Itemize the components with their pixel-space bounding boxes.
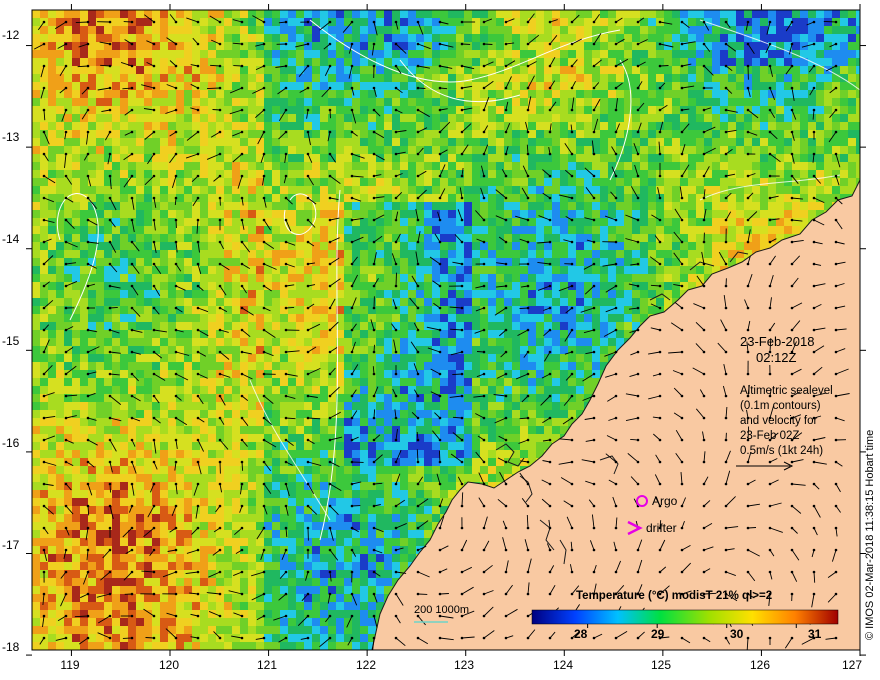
lon-tick-label: 123 bbox=[453, 658, 475, 672]
lon-tick-label: 120 bbox=[158, 658, 180, 672]
velocity-legend: Altimetric sealevel (0.1m contours) and … bbox=[740, 384, 833, 459]
lat-tick-label: -17 bbox=[2, 538, 20, 552]
colorbar-tick-label: 29 bbox=[651, 627, 665, 641]
lon-tick-label: 125 bbox=[650, 658, 672, 672]
colorbar-tick-label: 30 bbox=[730, 627, 744, 641]
lat-tick-label: -16 bbox=[2, 436, 20, 450]
lon-tick-label: 122 bbox=[355, 658, 377, 672]
lon-tick-label: 124 bbox=[552, 658, 574, 672]
legend-line-1: Altimetric sealevel bbox=[740, 385, 833, 397]
map-time: 02:12Z bbox=[756, 350, 797, 365]
lat-tick-label: -13 bbox=[2, 130, 20, 144]
drifter-label: drifter bbox=[646, 521, 677, 535]
lon-tick-label: 121 bbox=[256, 658, 278, 672]
lon-tick-label: 127 bbox=[841, 658, 863, 672]
lat-tick-label: -12 bbox=[2, 28, 20, 42]
colorbar-tick-label: 31 bbox=[808, 627, 822, 641]
legend-line-5: 0.5m/s (1kt 24h) bbox=[740, 445, 824, 457]
argo-label: Argo bbox=[652, 494, 678, 508]
lat-tick-label: -18 bbox=[2, 640, 20, 654]
legend-line-2: (0.1m contours) bbox=[740, 400, 821, 412]
lon-tick-label: 119 bbox=[60, 658, 80, 672]
legend-line-3: and velocity for bbox=[740, 415, 818, 427]
depth-label: 200 1000m bbox=[414, 604, 470, 616]
lat-tick-label: -15 bbox=[2, 334, 20, 348]
lon-tick-label: 126 bbox=[749, 658, 771, 672]
colorbar-title: Temperature (°C) modisT 21% ql>=2 bbox=[576, 590, 773, 602]
map-date: 23-Feb-2018 bbox=[740, 334, 815, 349]
credit-text: © IMOS 02-Mar-2018 11:38:15 Hobart time bbox=[864, 429, 876, 640]
colorbar bbox=[531, 609, 839, 625]
lat-tick-label: -14 bbox=[2, 232, 20, 246]
legend-line-4: 23-Feb 02Z bbox=[740, 430, 800, 442]
colorbar-tick-label: 28 bbox=[574, 627, 588, 641]
